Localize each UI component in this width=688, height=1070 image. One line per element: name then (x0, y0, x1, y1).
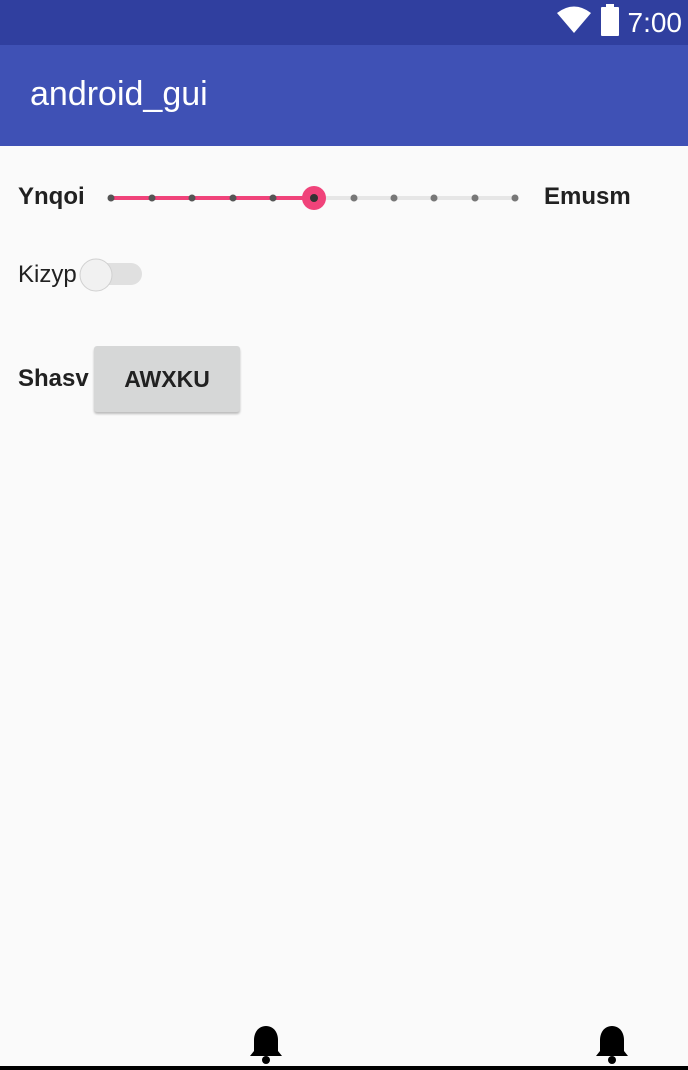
battery-icon (600, 4, 620, 41)
wifi-icon (556, 6, 592, 39)
button-row-label: Shasv (18, 365, 89, 392)
status-bar: 7:00 (0, 0, 688, 45)
slider-track (107, 186, 519, 210)
slider-right-label: Emusm (544, 183, 631, 210)
status-icons: 7:00 (556, 0, 683, 45)
bottom-edge (0, 1066, 688, 1070)
toggle-switch[interactable] (76, 256, 144, 294)
switch-label: Kizyp (18, 261, 77, 288)
app-bar: android_gui (0, 45, 688, 146)
bell-icon[interactable] (248, 1024, 284, 1066)
status-time: 7:00 (627, 6, 683, 38)
awxku-button[interactable]: AWXKU (94, 346, 240, 412)
bell-icon[interactable] (594, 1024, 630, 1066)
discrete-slider[interactable] (100, 180, 530, 216)
slider-left-label: Ynqoi (18, 183, 85, 210)
app-title: android_gui (30, 75, 208, 113)
